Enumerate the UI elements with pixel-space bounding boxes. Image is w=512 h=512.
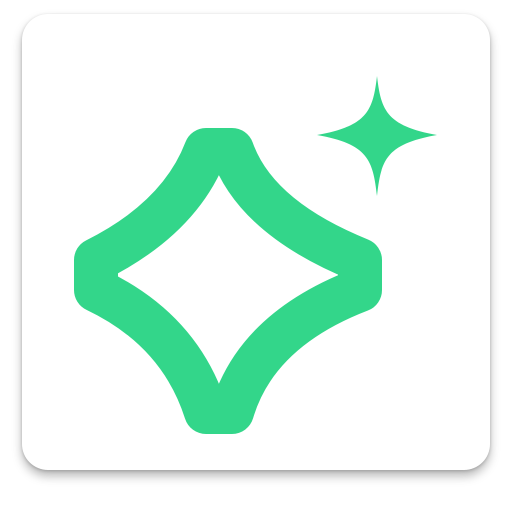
- app-icon-canvas: [0, 0, 512, 512]
- sparkle-small-icon: [317, 76, 437, 196]
- app-icon-glyph: [74, 76, 437, 434]
- sparkle-outline-icon: [74, 128, 382, 434]
